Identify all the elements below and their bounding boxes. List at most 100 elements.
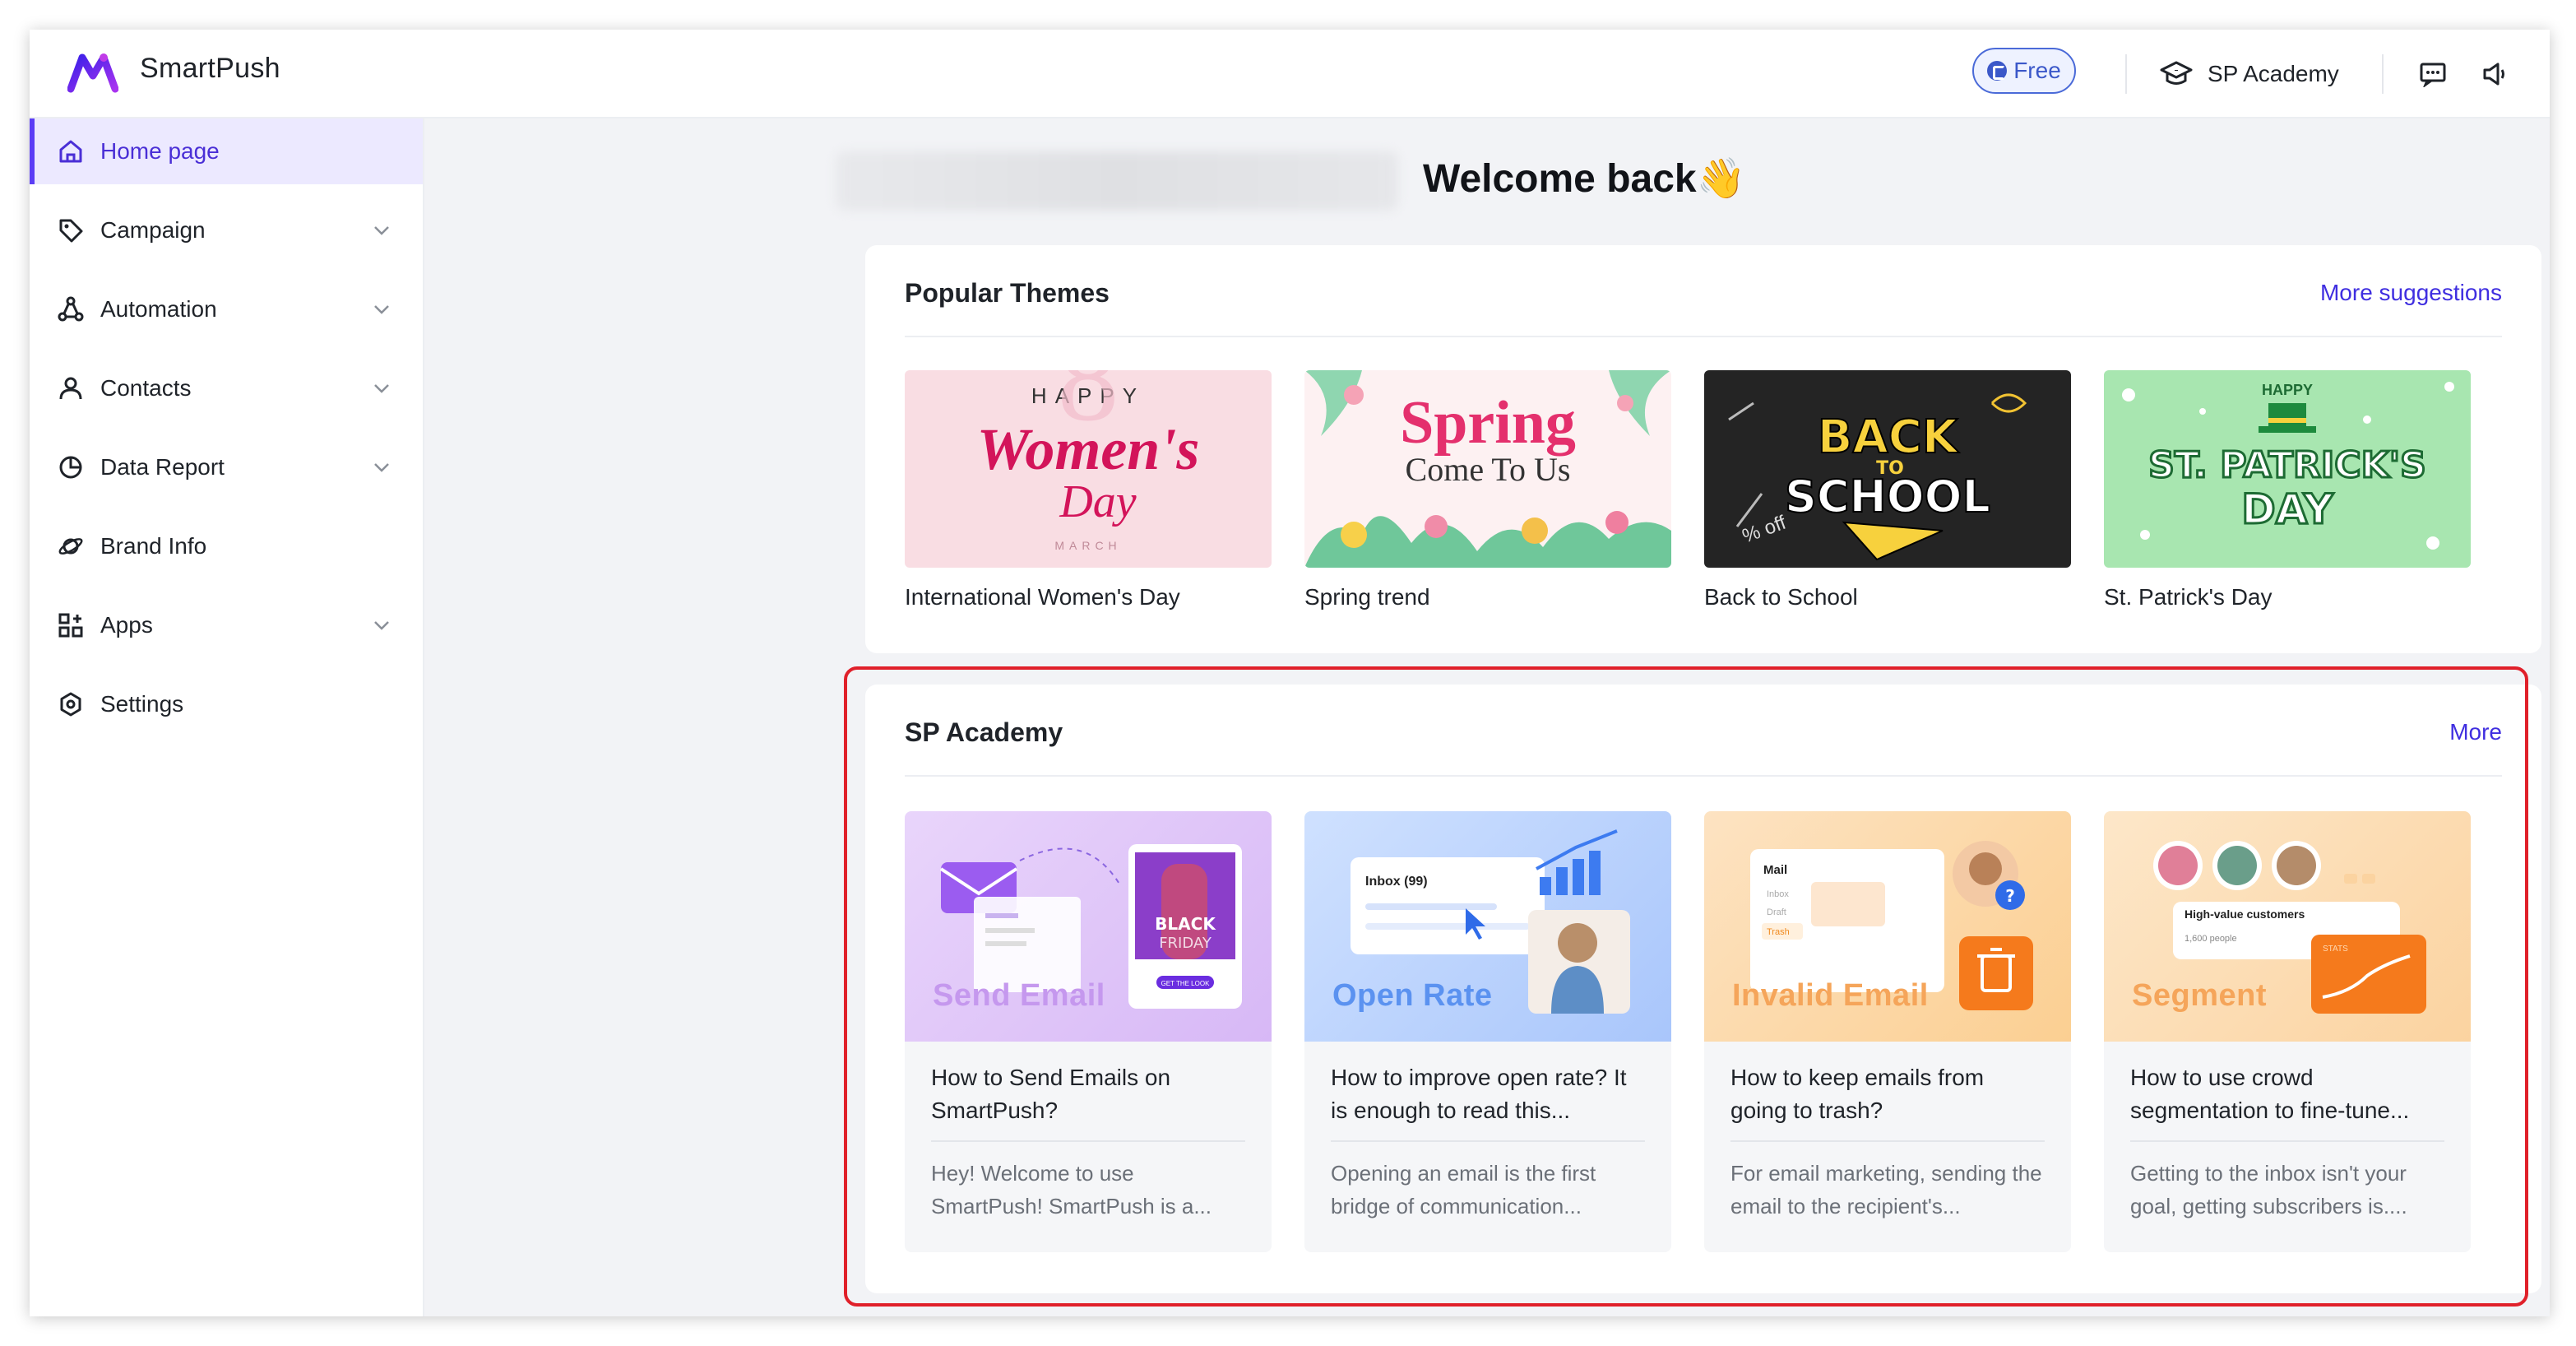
sidebar-item-label: Automation — [100, 296, 217, 322]
chevron-down-icon[interactable] — [370, 377, 393, 400]
svg-text:Inbox (99): Inbox (99) — [1365, 875, 1428, 889]
sidebar-item-settings[interactable]: Settings — [30, 671, 423, 737]
sp-academy-label: SP Academy — [2208, 61, 2339, 86]
svg-text:Inbox: Inbox — [1767, 889, 1789, 899]
app-window: SmartPush Free SP Academy Home page Camp… — [30, 30, 2550, 1316]
lesson-image[interactable]: BLACK FRIDAY GET THE LOOK Send Email — [905, 811, 1272, 1042]
lesson-title: How to improve open rate? It is enough t… — [1331, 1065, 1627, 1123]
lesson-description: Opening an email is the first bridge of … — [1331, 1161, 1596, 1218]
apps-icon — [56, 610, 86, 640]
sidebar-item-brand-info[interactable]: Brand Info — [30, 513, 423, 579]
lesson-card-send-email[interactable]: BLACK FRIDAY GET THE LOOK Send Email How… — [905, 811, 1272, 1252]
feedback-icon[interactable] — [2413, 54, 2453, 94]
theme-card-st-patricks[interactable]: HAPPY ST. PATRICK'S DAY St. Patrick's Da… — [2104, 370, 2471, 610]
svg-text:BLACK: BLACK — [1155, 914, 1216, 934]
lesson-title: How to Send Emails on SmartPush? — [931, 1065, 1171, 1123]
svg-text:MARCH: MARCH — [1054, 539, 1121, 552]
plan-badge-label: Free — [2013, 58, 2061, 83]
svg-text:DAY: DAY — [2241, 485, 2333, 533]
lesson-image[interactable]: Inbox (99) Open Rate — [1304, 811, 1671, 1042]
lesson-image[interactable]: High-value customers 1,600 people STATS … — [2104, 811, 2471, 1042]
free-plan-badge[interactable]: Free — [1972, 48, 2076, 94]
theme-image[interactable]: HAPPY ST. PATRICK'S DAY — [2104, 370, 2471, 568]
automation-icon — [56, 295, 86, 324]
sidebar-item-data-report[interactable]: Data Report — [30, 434, 423, 500]
lesson-image-caption: Send Email — [933, 978, 1105, 1013]
lesson-image-caption: Open Rate — [1332, 978, 1493, 1013]
theme-image[interactable]: HAPPY 8 Women's Day MARCH — [905, 370, 1272, 568]
svg-text:?: ? — [2005, 886, 2015, 906]
svg-text:GET THE LOOK: GET THE LOOK — [1161, 980, 1210, 987]
welcome-heading: Welcome back👋 — [1423, 157, 1746, 201]
theme-label: International Women's Day — [905, 584, 1180, 610]
header-separator — [2382, 54, 2384, 94]
lesson-divider — [1331, 1140, 1645, 1142]
svg-text:ST. PATRICK'S: ST. PATRICK'S — [2148, 444, 2426, 486]
svg-text:Draft: Draft — [1767, 907, 1786, 917]
lesson-divider — [2130, 1140, 2444, 1142]
svg-text:% off: % off — [1740, 512, 1790, 548]
lesson-title: How to use crowd segmentation to fine-tu… — [2130, 1065, 2410, 1123]
announcement-icon[interactable] — [2476, 54, 2515, 94]
svg-text:STATS: STATS — [2323, 945, 2348, 954]
chevron-down-icon[interactable] — [370, 298, 393, 321]
more-suggestions-link[interactable]: More suggestions — [2320, 280, 2502, 306]
top-bar: SmartPush Free SP Academy — [30, 30, 2550, 118]
sidebar-item-home-page[interactable]: Home page — [30, 118, 423, 184]
theme-label: St. Patrick's Day — [2104, 584, 2273, 610]
chevron-down-icon[interactable] — [370, 219, 393, 242]
lesson-image[interactable]: Mail Inbox Draft Trash ? Invalid Email — [1704, 811, 2071, 1042]
lesson-description: Hey! Welcome to use SmartPush! SmartPush… — [931, 1161, 1212, 1218]
more-link[interactable]: More — [2449, 719, 2502, 745]
header-separator — [2125, 54, 2127, 94]
chevron-down-icon[interactable] — [370, 614, 393, 637]
lesson-card-invalid-email[interactable]: Mail Inbox Draft Trash ? Invalid Email H… — [1704, 811, 2071, 1252]
sidebar-item-label: Apps — [100, 612, 153, 638]
lesson-card-open-rate[interactable]: Inbox (99) Open Rate How to improve open… — [1304, 811, 1671, 1252]
sidebar-item-label: Home page — [100, 138, 220, 164]
chevron-down-icon[interactable] — [370, 456, 393, 479]
popular-themes-card: Popular Themes More suggestions HAPPY 8 … — [865, 245, 2541, 653]
sp-academy-link[interactable]: SP Academy — [2160, 51, 2339, 97]
sidebar-item-contacts[interactable]: Contacts — [30, 355, 423, 421]
svg-text:Day: Day — [1059, 476, 1136, 527]
card-divider — [905, 336, 2502, 337]
settings-icon — [56, 689, 86, 719]
theme-image[interactable]: Spring Come To Us — [1304, 370, 1671, 568]
sidebar-item-campaign[interactable]: Campaign — [30, 197, 423, 263]
svg-text:BACK: BACK — [1818, 411, 1960, 464]
sidebar-item-label: Data Report — [100, 454, 225, 480]
lesson-image-caption: Segment — [2132, 978, 2267, 1013]
sidebar-item-label: Brand Info — [100, 533, 207, 559]
sidebar-item-label: Contacts — [100, 375, 192, 401]
svg-text:Trash: Trash — [1767, 927, 1790, 937]
planet-icon — [56, 531, 86, 561]
lesson-divider — [931, 1140, 1245, 1142]
svg-text:Women's: Women's — [977, 416, 1200, 482]
graduation-cap-icon — [2160, 61, 2193, 85]
lesson-title: How to keep emails from going to trash? — [1730, 1065, 1985, 1123]
svg-text:HAPPY: HAPPY — [2262, 382, 2313, 398]
theme-card-womens-day[interactable]: HAPPY 8 Women's Day MARCH International … — [905, 370, 1272, 610]
theme-card-spring[interactable]: Spring Come To Us Spring trend — [1304, 370, 1671, 610]
svg-text:Come To Us: Come To Us — [1406, 451, 1571, 488]
theme-image[interactable]: BACK TO SCHOOL % off — [1704, 370, 2071, 568]
brand-name: SmartPush — [140, 53, 280, 84]
plan-icon — [1987, 61, 2008, 81]
blurred-username — [836, 151, 1398, 211]
lesson-description: Getting to the inbox isn't your goal, ge… — [2130, 1161, 2407, 1218]
sidebar-item-apps[interactable]: Apps — [30, 592, 423, 658]
sidebar: Home page Campaign Automation Contacts D… — [30, 118, 424, 1316]
svg-text:High-value customers: High-value customers — [2185, 907, 2305, 921]
sidebar-item-label: Campaign — [100, 217, 206, 243]
sp-academy-card: SP Academy More BLACK FRIDAY GET THE LOO… — [865, 685, 2541, 1293]
theme-card-back-to-school[interactable]: BACK TO SCHOOL % off Back to School — [1704, 370, 2071, 610]
smartpush-logo-icon[interactable] — [67, 51, 118, 94]
theme-label: Spring trend — [1304, 584, 1430, 610]
sidebar-item-automation[interactable]: Automation — [30, 276, 423, 342]
sidebar-item-label: Settings — [100, 691, 184, 717]
popular-themes-title: Popular Themes — [905, 278, 1110, 308]
lesson-image-caption: Invalid Email — [1732, 978, 1929, 1013]
lesson-card-segment[interactable]: High-value customers 1,600 people STATS … — [2104, 811, 2471, 1252]
card-divider — [905, 775, 2502, 777]
